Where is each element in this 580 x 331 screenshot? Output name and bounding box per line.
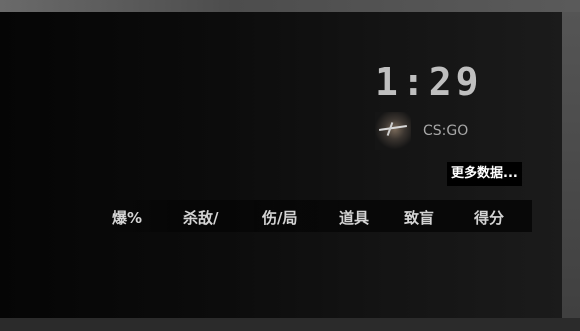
more-data-button[interactable]: 更多数据... [447, 162, 522, 186]
column-header-damage-per-round[interactable]: 伤/局 [262, 208, 297, 228]
round-timer: 1:29 [375, 60, 483, 104]
background-top [0, 0, 580, 12]
background-bottom [0, 318, 580, 331]
column-header-flashed[interactable]: 致盲 [404, 208, 434, 228]
column-header-hs-percent[interactable]: 爆% [112, 208, 142, 228]
background-right [562, 12, 580, 331]
column-header-bar [100, 200, 532, 232]
map-info: CS:GO [375, 112, 468, 150]
scoreboard-screen: 1:29 CS:GO 更多数据... 爆% 杀敌/ 伤/局 道具 致盲 得分 [0, 0, 580, 331]
column-header-utility[interactable]: 道具 [339, 208, 369, 228]
map-thumbnail-icon [375, 112, 411, 150]
map-name: CS:GO [423, 123, 469, 139]
column-header-kills[interactable]: 杀敌/ [183, 208, 218, 228]
column-header-score[interactable]: 得分 [474, 208, 504, 228]
